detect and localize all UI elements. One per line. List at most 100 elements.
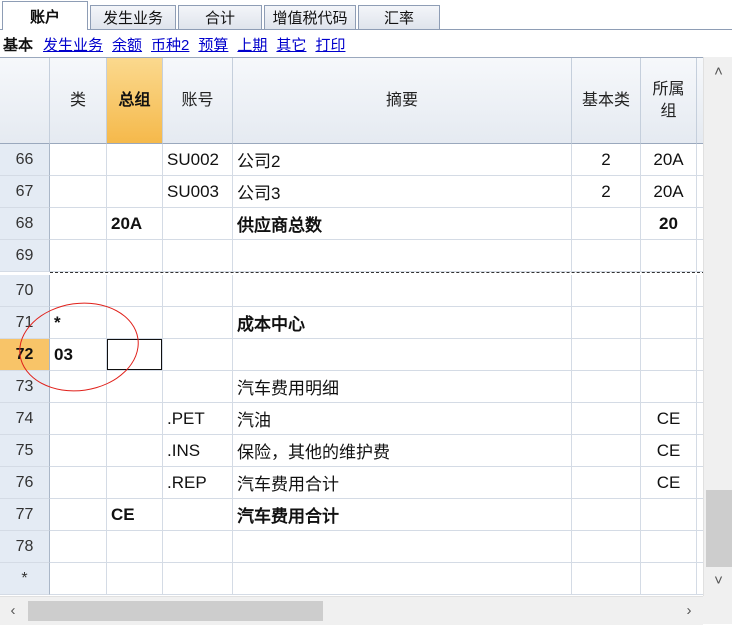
- row-number[interactable]: 69: [0, 240, 50, 272]
- cell-account[interactable]: [163, 307, 233, 339]
- scroll-down-icon[interactable]: ˅: [704, 572, 732, 589]
- row-number[interactable]: 78: [0, 531, 50, 563]
- cell-account[interactable]: [163, 339, 233, 371]
- cell-gr1[interactable]: [641, 371, 697, 403]
- column-header-description[interactable]: 摘要: [233, 58, 572, 144]
- cell-bclass[interactable]: [572, 531, 641, 563]
- cell-group[interactable]: [107, 435, 163, 467]
- cell-description[interactable]: 公司3: [233, 176, 572, 208]
- cell-description[interactable]: 公司2: [233, 144, 572, 176]
- view-link-budget[interactable]: 预算: [198, 34, 228, 55]
- tab-exchange-rates[interactable]: 汇率: [358, 5, 440, 29]
- column-header-account[interactable]: 账号: [163, 58, 233, 144]
- cell-description[interactable]: [233, 339, 572, 371]
- tab-accounts[interactable]: 账户: [2, 1, 88, 30]
- cell-bclass[interactable]: [572, 240, 641, 272]
- table-row[interactable]: 73 汽车费用明细: [0, 371, 710, 403]
- cell-description[interactable]: 汽车费用合计: [233, 499, 572, 531]
- cell-description[interactable]: 成本中心: [233, 307, 572, 339]
- table-row[interactable]: 71 * 成本中心: [0, 307, 710, 339]
- table-row[interactable]: 66 SU002 公司2 2 20A: [0, 144, 710, 176]
- cell-group[interactable]: CE: [107, 499, 163, 531]
- view-link-prior-year[interactable]: 上期: [237, 34, 267, 55]
- scroll-left-icon[interactable]: ‹: [6, 602, 20, 619]
- cell-class[interactable]: [50, 531, 107, 563]
- cell-bclass[interactable]: [572, 563, 641, 595]
- cell-account[interactable]: SU002: [163, 144, 233, 176]
- tab-totals[interactable]: 合计: [178, 5, 262, 29]
- cell-bclass[interactable]: [572, 499, 641, 531]
- cell-account[interactable]: [163, 563, 233, 595]
- row-number[interactable]: 75: [0, 435, 50, 467]
- row-number[interactable]: 77: [0, 499, 50, 531]
- row-number-header[interactable]: [0, 58, 50, 144]
- horizontal-scrollbar[interactable]: ‹ ›: [0, 596, 703, 625]
- cell-description[interactable]: [233, 531, 572, 563]
- row-number[interactable]: *: [0, 563, 50, 595]
- cell-bclass[interactable]: [572, 467, 641, 499]
- column-header-gr1[interactable]: 所属组: [641, 58, 697, 144]
- cell-class[interactable]: 03: [50, 339, 107, 371]
- cell-account[interactable]: [163, 499, 233, 531]
- row-number[interactable]: 72: [0, 339, 50, 371]
- view-link-print[interactable]: 打印: [315, 34, 345, 55]
- cell-class[interactable]: [50, 435, 107, 467]
- cell-gr1[interactable]: [641, 307, 697, 339]
- tab-transactions[interactable]: 发生业务: [90, 5, 176, 29]
- cell-class[interactable]: [50, 403, 107, 435]
- cell-group[interactable]: [107, 371, 163, 403]
- row-number[interactable]: 70: [0, 275, 50, 307]
- table-row[interactable]: 74 .PET 汽油 CE: [0, 403, 710, 435]
- cell-class[interactable]: [50, 208, 107, 240]
- table-row[interactable]: 76 .REP 汽车费用合计 CE: [0, 467, 710, 499]
- cell-group[interactable]: [107, 176, 163, 208]
- cell-bclass[interactable]: [572, 435, 641, 467]
- tab-vat-codes[interactable]: 增值税代码: [264, 5, 356, 29]
- table-row[interactable]: 70: [0, 275, 710, 307]
- view-link-currency2[interactable]: 币种2: [151, 34, 189, 55]
- cell-bclass[interactable]: [572, 307, 641, 339]
- cell-account[interactable]: .PET: [163, 403, 233, 435]
- cell-account[interactable]: [163, 240, 233, 272]
- row-number[interactable]: 73: [0, 371, 50, 403]
- cell-bclass[interactable]: [572, 275, 641, 307]
- cell-class[interactable]: *: [50, 307, 107, 339]
- vertical-scrollbar[interactable]: ˄ ˅: [703, 57, 732, 596]
- column-header-class[interactable]: 类: [50, 58, 107, 144]
- cell-description[interactable]: 汽油: [233, 403, 572, 435]
- cell-bclass[interactable]: 2: [572, 144, 641, 176]
- cell-class[interactable]: [50, 176, 107, 208]
- cell-description[interactable]: 汽车费用合计: [233, 467, 572, 499]
- horizontal-scroll-thumb[interactable]: [28, 601, 323, 621]
- scroll-right-icon[interactable]: ›: [682, 602, 696, 619]
- row-number[interactable]: 66: [0, 144, 50, 176]
- cell-group[interactable]: [107, 307, 163, 339]
- view-link-balance[interactable]: 余额: [112, 34, 142, 55]
- cell-class[interactable]: [50, 371, 107, 403]
- table-row[interactable]: 77 CE 汽车费用合计: [0, 499, 710, 531]
- cell-gr1[interactable]: CE: [641, 403, 697, 435]
- row-number[interactable]: 76: [0, 467, 50, 499]
- cell-bclass[interactable]: [572, 208, 641, 240]
- cell-group[interactable]: [107, 563, 163, 595]
- table-row[interactable]: *: [0, 563, 710, 595]
- row-number[interactable]: 74: [0, 403, 50, 435]
- cell-class[interactable]: [50, 499, 107, 531]
- table-row[interactable]: 67 SU003 公司3 2 20A: [0, 176, 710, 208]
- cell-group[interactable]: [107, 531, 163, 563]
- cell-group[interactable]: [107, 467, 163, 499]
- view-link-transactions[interactable]: 发生业务: [43, 34, 103, 55]
- cell-description[interactable]: [233, 275, 572, 307]
- cell-group[interactable]: [107, 240, 163, 272]
- cell-group[interactable]: 20A: [107, 208, 163, 240]
- cell-gr1[interactable]: [641, 339, 697, 371]
- cell-group[interactable]: [107, 275, 163, 307]
- view-link-other[interactable]: 其它: [276, 34, 306, 55]
- table-row[interactable]: 69: [0, 240, 710, 272]
- row-number[interactable]: 68: [0, 208, 50, 240]
- cell-gr1[interactable]: 20A: [641, 144, 697, 176]
- row-number[interactable]: 71: [0, 307, 50, 339]
- cell-class[interactable]: [50, 144, 107, 176]
- cell-group[interactable]: [107, 403, 163, 435]
- scroll-up-icon[interactable]: ˄: [704, 63, 732, 80]
